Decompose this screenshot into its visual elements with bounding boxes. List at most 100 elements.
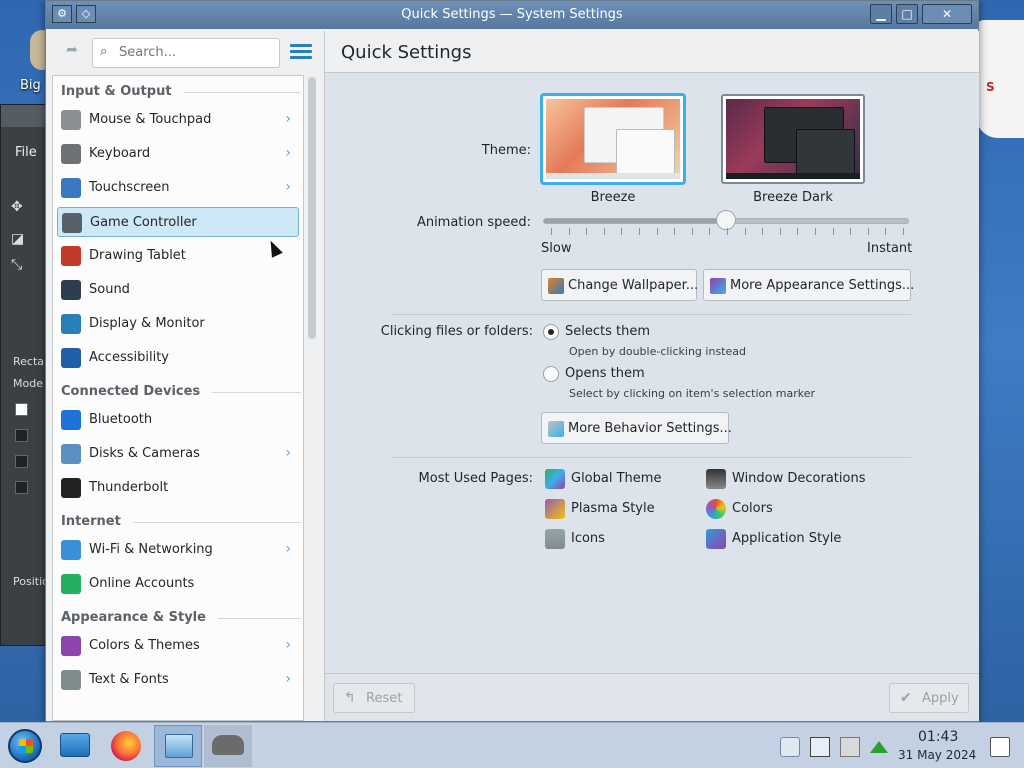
- opens-them-radio[interactable]: [543, 366, 559, 382]
- slider-min-label: Slow: [541, 241, 572, 256]
- selects-them-hint: Open by double-clicking instead: [569, 345, 746, 358]
- background-checkbox[interactable]: [15, 429, 28, 442]
- sidebar-item-label: Text & Fonts: [89, 672, 169, 687]
- plasma-style-icon: [545, 499, 565, 519]
- firefox-icon: [111, 731, 141, 761]
- slider-tick: [903, 228, 904, 235]
- sidebar-item-bluetooth[interactable]: Bluetooth: [57, 405, 299, 435]
- more-appearance-settings-button[interactable]: More Appearance Settings...: [703, 269, 914, 301]
- updates-arrow-icon[interactable]: [870, 741, 888, 753]
- change-wallpaper-button[interactable]: Change Wallpaper...: [541, 269, 698, 301]
- task-firefox[interactable]: [102, 725, 150, 767]
- more-behavior-settings-button[interactable]: More Behavior Settings...: [541, 412, 732, 444]
- clock-date[interactable]: 31 May 2024: [898, 748, 976, 762]
- mouse-icon: [61, 110, 81, 130]
- slider-handle[interactable]: [716, 210, 736, 230]
- sidebar-item-keyboard[interactable]: Keyboard ›: [57, 139, 299, 169]
- sidebar-section-header: Connected Devices: [61, 384, 301, 399]
- slider-tick: [691, 228, 693, 235]
- sidebar-section-header: Input & Output: [61, 84, 301, 99]
- sidebar-item-thunderbolt[interactable]: Thunderbolt: [57, 473, 299, 503]
- most-used-pages-label: Most Used Pages:: [418, 471, 533, 486]
- search-field[interactable]: ⌕: [92, 38, 280, 68]
- gamepad-icon: [62, 213, 82, 233]
- transform-tool-icon[interactable]: ⤡: [11, 257, 31, 273]
- animation-speed-label: Animation speed:: [416, 215, 531, 230]
- sidebar-item-label: Sound: [89, 282, 130, 297]
- sidebar-item-label: Drawing Tablet: [89, 248, 186, 263]
- sidebar-item-text-fonts[interactable]: Text & Fonts ›: [57, 665, 299, 695]
- reset-icon: ↰: [344, 690, 356, 706]
- theme-card-breeze-dark[interactable]: [721, 94, 865, 184]
- search-input[interactable]: [119, 45, 269, 60]
- thunderbolt-icon: [61, 478, 81, 498]
- apply-button[interactable]: ✔ Apply: [889, 683, 969, 713]
- sidebar-item-accessibility[interactable]: Accessibility: [57, 343, 299, 373]
- background-window-file-menu[interactable]: File: [15, 145, 37, 160]
- fill-tool-icon[interactable]: ◪: [11, 231, 31, 247]
- application-style-icon: [706, 529, 726, 549]
- battery-icon[interactable]: [810, 737, 830, 757]
- disks-icon: [61, 444, 81, 464]
- divider: [391, 314, 911, 315]
- desktop-icon-label[interactable]: Big: [20, 78, 41, 93]
- theme-name-breeze-dark: Breeze Dark: [753, 190, 833, 205]
- theme-card-breeze[interactable]: [541, 94, 685, 184]
- background-checkbox[interactable]: [15, 481, 28, 494]
- breeze-dark-preview: [726, 99, 860, 179]
- sidebar-item-display-monitor[interactable]: Display & Monitor: [57, 309, 299, 339]
- touchscreen-icon: [61, 178, 81, 198]
- show-desktop-icon[interactable]: [990, 737, 1010, 757]
- task-system-settings[interactable]: [154, 725, 202, 767]
- accessibility-icon: [61, 348, 81, 368]
- start-menu-button[interactable]: [8, 729, 42, 763]
- background-checkbox[interactable]: [15, 455, 28, 468]
- slider-tick: [674, 228, 676, 235]
- opens-them-label[interactable]: Opens them: [565, 366, 645, 381]
- theme-name-breeze: Breeze: [590, 190, 636, 205]
- minimize-button[interactable]: ▁: [870, 4, 892, 24]
- slider-tick: [656, 228, 658, 235]
- close-button[interactable]: ✕: [922, 4, 972, 24]
- window-decorations-icon: [706, 469, 726, 489]
- fonts-icon: [61, 670, 81, 690]
- task-gimp[interactable]: [204, 725, 252, 767]
- clock-time[interactable]: 01:43: [918, 729, 958, 745]
- tablet-icon: [61, 246, 81, 266]
- clipboard-icon[interactable]: [780, 737, 800, 757]
- slider-max-label: Instant: [867, 241, 913, 256]
- icons-icon: [545, 529, 565, 549]
- background-checkbox[interactable]: [15, 403, 28, 416]
- task-file-manager[interactable]: [52, 725, 100, 767]
- clicking-files-label: Clicking files or folders:: [380, 324, 533, 339]
- system-settings-icon: [165, 734, 193, 758]
- sidebar-section-header: Internet: [61, 514, 301, 529]
- hamburger-icon: [290, 44, 312, 47]
- slider-tick: [709, 228, 711, 235]
- opens-them-hint: Select by clicking on item's selection m…: [569, 387, 815, 400]
- back-button[interactable]: ➦: [60, 42, 84, 64]
- start-logo-icon: [19, 739, 33, 753]
- sidebar-item-label: Mouse & Touchpad: [89, 112, 212, 127]
- network-disconnected-icon[interactable]: [840, 737, 860, 757]
- sidebar-item-touchscreen[interactable]: Touchscreen ›: [57, 173, 299, 203]
- sidebar-scrollbar[interactable]: [308, 77, 316, 339]
- sidebar-item-wi-fi-networking[interactable]: Wi-Fi & Networking ›: [57, 535, 299, 565]
- sidebar-item-mouse-touchpad[interactable]: Mouse & Touchpad ›: [57, 105, 299, 135]
- sidebar-item-disks-cameras[interactable]: Disks & Cameras ›: [57, 439, 299, 469]
- chevron-right-icon: ›: [285, 445, 291, 461]
- sidebar-list[interactable]: Input & Output Mouse & Touchpad › Keyboard ›…: [52, 75, 304, 721]
- selects-them-label[interactable]: Selects them: [565, 324, 650, 339]
- sidebar-item-sound[interactable]: Sound: [57, 275, 299, 305]
- sidebar-item-online-accounts[interactable]: Online Accounts: [57, 569, 299, 599]
- reset-button[interactable]: ↰ Reset: [333, 683, 415, 713]
- sidebar-item-colors-themes[interactable]: Colors & Themes ›: [57, 631, 299, 661]
- window-titlebar[interactable]: ⚙ ◇ Quick Settings — System Settings ▁ □…: [46, 1, 978, 29]
- hamburger-menu-button[interactable]: [290, 41, 312, 63]
- move-tool-icon[interactable]: ✥: [11, 199, 31, 215]
- breeze-preview: [546, 99, 680, 179]
- sidebar-item-drawing-tablet[interactable]: Drawing Tablet: [57, 241, 299, 271]
- sidebar-item-game-controller[interactable]: Game Controller: [57, 207, 299, 237]
- selects-them-radio[interactable]: [543, 324, 559, 340]
- maximize-button[interactable]: □: [896, 4, 918, 24]
